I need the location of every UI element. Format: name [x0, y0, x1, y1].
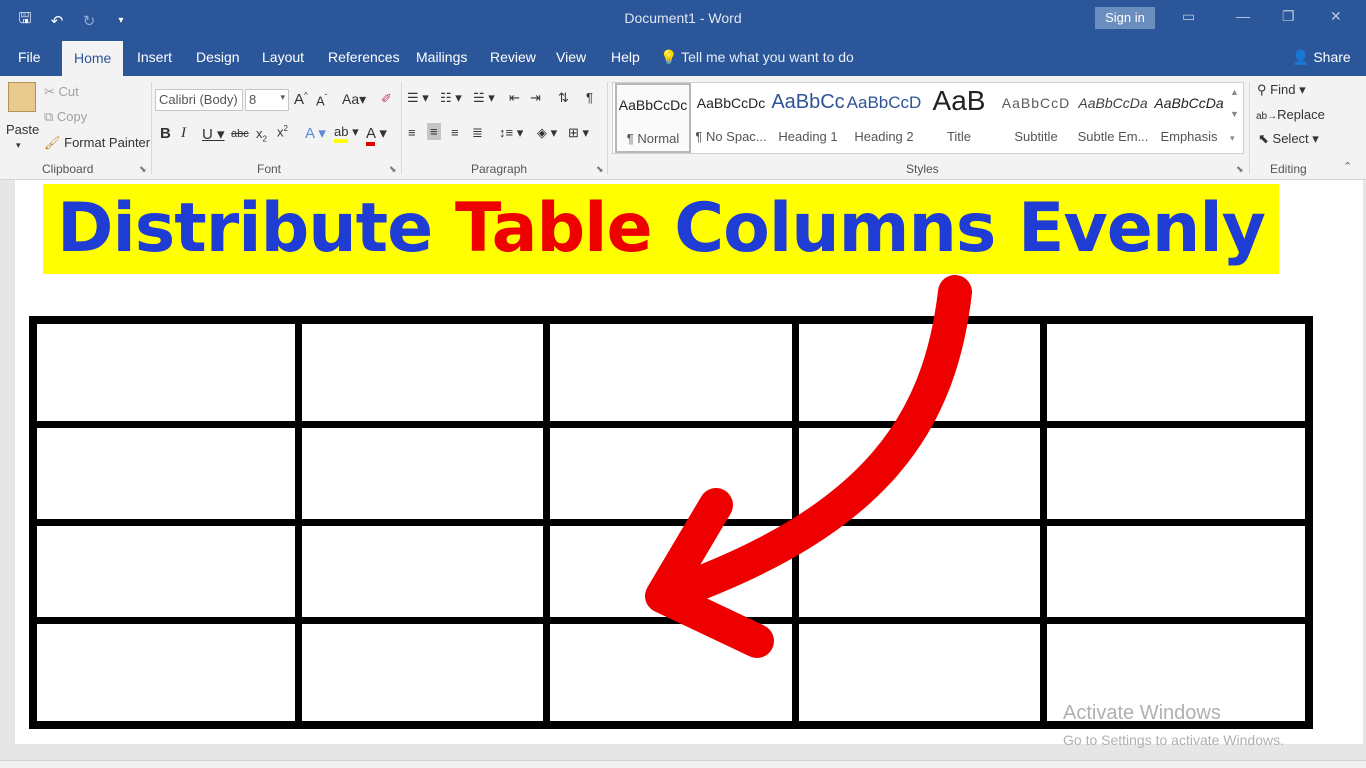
status-bar — [0, 760, 1366, 768]
activate-windows-watermark: Activate Windows — [1063, 702, 1221, 724]
activate-windows-hint: Go to Settings to activate Windows. — [1063, 732, 1284, 748]
red-arrow-icon — [645, 275, 972, 658]
